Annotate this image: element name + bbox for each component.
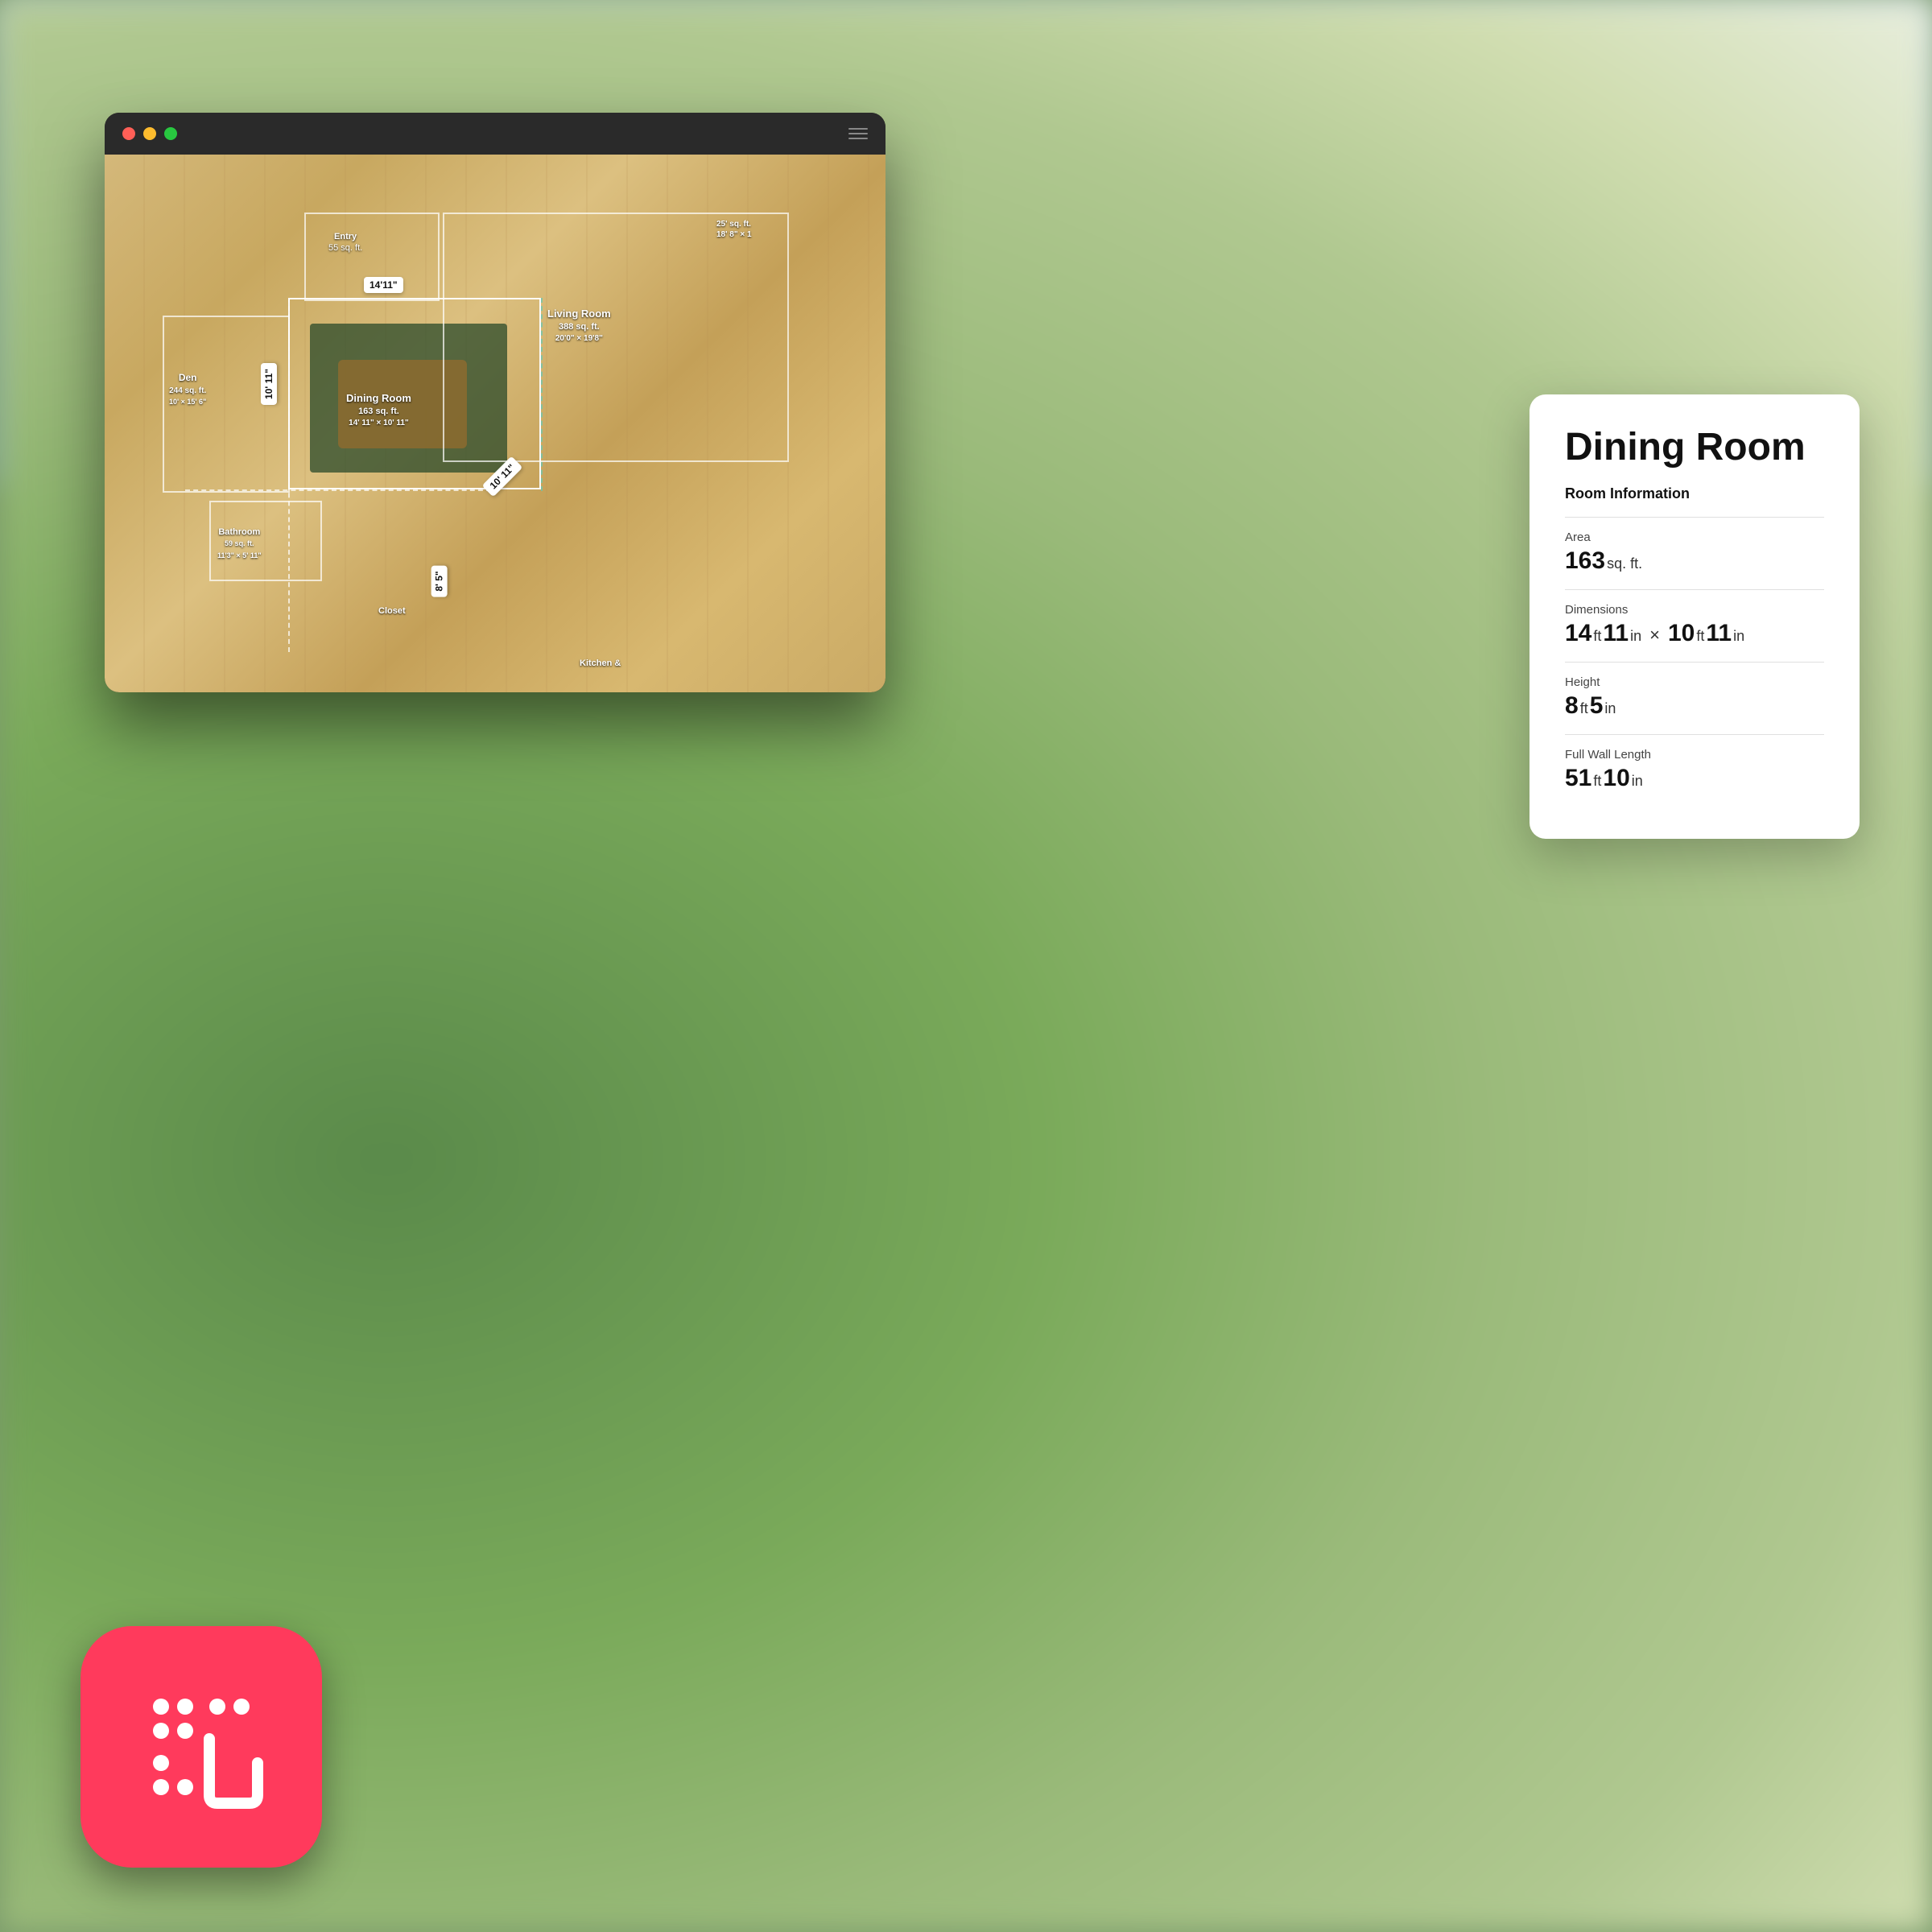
- dim-unit-in2: in: [1733, 628, 1744, 645]
- dim-unit-in1: in: [1630, 628, 1641, 645]
- dim-unit-ft1: ft: [1593, 628, 1601, 645]
- divider-4: [1565, 734, 1824, 735]
- height-in: 5: [1590, 692, 1604, 720]
- wall-unit-ft: ft: [1593, 773, 1601, 790]
- wall-unit-in: in: [1632, 773, 1643, 790]
- minimize-button[interactable]: [143, 127, 156, 140]
- area-row: Area 163 sq. ft.: [1565, 530, 1824, 575]
- full-wall-value: 51 ft 10 in: [1565, 765, 1824, 792]
- dim-ft1: 14: [1565, 620, 1591, 647]
- room-name: Dining Room: [1565, 427, 1824, 469]
- dim-ft2: 10: [1668, 620, 1695, 647]
- mac-window: Entry55 sq. ft. Dining Room 163 sq. ft. …: [105, 113, 886, 692]
- maximize-button[interactable]: [164, 127, 177, 140]
- wall-ft: 51: [1565, 765, 1591, 792]
- titlebar: [105, 113, 886, 155]
- area-unit: sq. ft.: [1607, 555, 1642, 572]
- dining-label: Dining Room 163 sq. ft. 14' 11" × 10' 11…: [346, 392, 411, 428]
- height-unit-ft: ft: [1580, 700, 1588, 717]
- wall-in: 10: [1603, 765, 1629, 792]
- full-wall-row: Full Wall Length 51 ft 10 in: [1565, 748, 1824, 792]
- full-wall-label: Full Wall Length: [1565, 748, 1824, 762]
- height-ft: 8: [1565, 692, 1579, 720]
- closet-label: Closet: [378, 605, 406, 617]
- menu-icon[interactable]: [848, 128, 868, 139]
- dim-badge-width-top: 14'11": [364, 277, 403, 293]
- dimensions-row: Dimensions 14 ft 11 in × 10 ft 11 in: [1565, 603, 1824, 647]
- divider-1: [1565, 517, 1824, 518]
- living-room-label: Living Room 388 sq. ft. 20'0" × 19'8": [547, 308, 611, 344]
- dimensions-value: 14 ft 11 in × 10 ft 11 in: [1565, 620, 1824, 647]
- partial-label-topright: 25' sq. ft.18' 8" × 1: [716, 219, 752, 240]
- height-label: Height: [1565, 675, 1824, 689]
- height-unit-in: in: [1604, 700, 1616, 717]
- entry-label: Entry55 sq. ft.: [328, 231, 362, 254]
- area-label: Area: [1565, 530, 1824, 544]
- app-icon-symbol: [137, 1682, 266, 1811]
- height-row: Height 8 ft 5 in: [1565, 675, 1824, 720]
- info-card: Dining Room Room Information Area 163 sq…: [1530, 394, 1860, 839]
- window-controls: [122, 127, 177, 140]
- section-title: Room Information: [1565, 485, 1824, 502]
- dimensions-label: Dimensions: [1565, 603, 1824, 617]
- den-label: Den 244 sq. ft. 10' × 15' 6": [169, 372, 206, 407]
- dim-in1: 11: [1603, 620, 1629, 647]
- dim-in2: 11: [1706, 620, 1732, 647]
- area-number: 163: [1565, 547, 1605, 575]
- app-icon[interactable]: [80, 1626, 322, 1868]
- living-room-box: [443, 213, 789, 462]
- area-value: 163 sq. ft.: [1565, 547, 1824, 575]
- times-symbol: ×: [1649, 625, 1660, 646]
- bathroom-label: Bathroom 59 sq. ft. 11'3" × 5' 11": [217, 526, 262, 561]
- divider-3: [1565, 662, 1824, 663]
- divider-2: [1565, 589, 1824, 590]
- kitchen-label: Kitchen &: [580, 658, 621, 669]
- dim-unit-ft2: ft: [1696, 628, 1704, 645]
- close-button[interactable]: [122, 127, 135, 140]
- dim-badge-small-bottom: 8' 5": [431, 565, 448, 597]
- floor-plan-view: Entry55 sq. ft. Dining Room 163 sq. ft. …: [105, 155, 886, 692]
- dim-badge-height-left: 10' 11": [261, 363, 277, 405]
- height-value: 8 ft 5 in: [1565, 692, 1824, 720]
